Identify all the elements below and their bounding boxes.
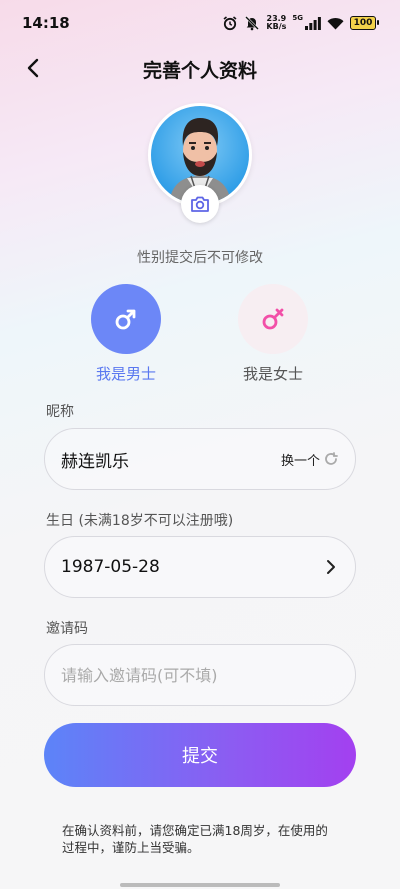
wifi-icon bbox=[327, 17, 344, 30]
female-circle bbox=[238, 284, 308, 354]
alarm-icon bbox=[222, 15, 238, 31]
camera-icon bbox=[191, 196, 209, 212]
net-speed: 23.9 KB/s bbox=[266, 15, 286, 31]
nickname-field[interactable]: 赫连凯乐 换一个 bbox=[44, 428, 356, 490]
chevron-right-icon bbox=[327, 560, 335, 574]
invite-input[interactable] bbox=[61, 665, 339, 685]
birthday-label: 生日 (未满18岁不可以注册哦) bbox=[46, 513, 234, 529]
refresh-icon bbox=[325, 452, 338, 465]
header: 完善个人资料 bbox=[0, 46, 400, 90]
age-notice: 在确认资料前，请您确定已满18周岁，在使用的过程中，谨防上当受骗。 bbox=[62, 823, 328, 855]
status-bar: 14:18 23.9 KB/s 5G 100 bbox=[0, 0, 400, 46]
submit-button[interactable]: 提交 bbox=[44, 723, 356, 787]
status-icons: 23.9 KB/s 5G 100 bbox=[222, 14, 379, 31]
invite-field[interactable] bbox=[44, 644, 356, 706]
male-label: 我是男士 bbox=[95, 365, 156, 383]
page-title: 完善个人资料 bbox=[142, 60, 257, 82]
battery-level: 100 bbox=[353, 18, 373, 28]
nickname-label: 昵称 bbox=[46, 404, 74, 420]
avatar-section bbox=[148, 103, 252, 223]
network-type: 5G bbox=[292, 14, 303, 22]
signal-icon bbox=[305, 16, 321, 30]
birthday-value: 1987-05-28 bbox=[61, 557, 160, 577]
nickname-value: 赫连凯乐 bbox=[61, 451, 129, 472]
invite-label: 邀请码 bbox=[46, 621, 88, 637]
home-indicator[interactable] bbox=[120, 883, 280, 887]
birthday-field[interactable]: 1987-05-28 bbox=[44, 536, 356, 598]
mute-bell-icon bbox=[244, 15, 260, 31]
gender-note: 性别提交后不可修改 bbox=[137, 250, 263, 266]
swap-nickname-button[interactable]: 换一个 bbox=[281, 450, 339, 469]
female-symbol-icon bbox=[262, 308, 284, 330]
male-circle bbox=[91, 284, 161, 354]
status-time: 14:18 bbox=[22, 14, 70, 32]
net-speed-unit: KB/s bbox=[266, 22, 287, 31]
female-label: 我是女士 bbox=[242, 365, 303, 383]
swap-label: 换一个 bbox=[280, 453, 320, 469]
gender-male-option[interactable]: 我是男士 bbox=[81, 284, 171, 384]
battery-icon: 100 bbox=[350, 16, 379, 30]
male-symbol-icon bbox=[115, 309, 136, 330]
change-avatar-button[interactable] bbox=[181, 185, 219, 223]
gender-female-option[interactable]: 我是女士 bbox=[228, 284, 318, 384]
